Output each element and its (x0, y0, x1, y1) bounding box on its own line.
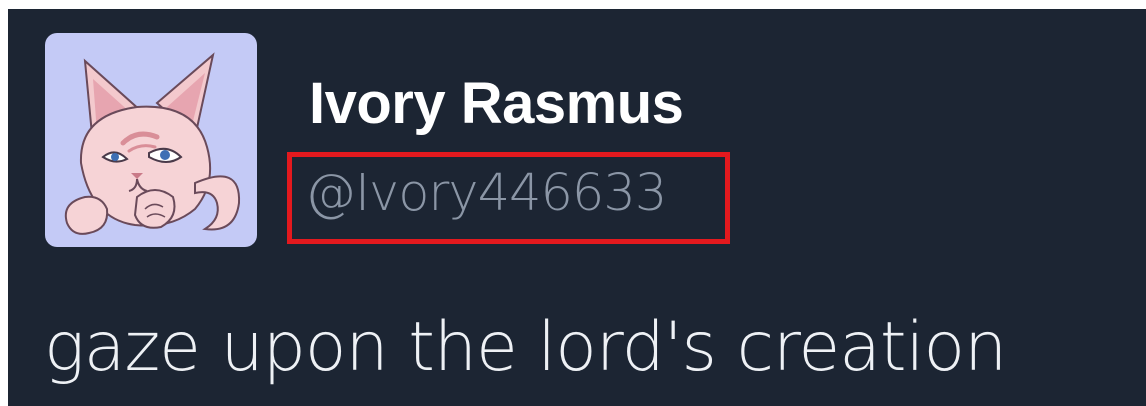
cat-avatar-icon (64, 52, 241, 235)
user-handle[interactable]: @Ivory446633 (305, 159, 667, 229)
display-name[interactable]: Ivory Rasmus (309, 69, 684, 139)
avatar[interactable] (45, 33, 257, 247)
tweet-card: Ivory Rasmus @Ivory446633 gaze upon the … (8, 9, 1146, 406)
tweet-text: gaze upon the lord's creation (44, 308, 1007, 387)
